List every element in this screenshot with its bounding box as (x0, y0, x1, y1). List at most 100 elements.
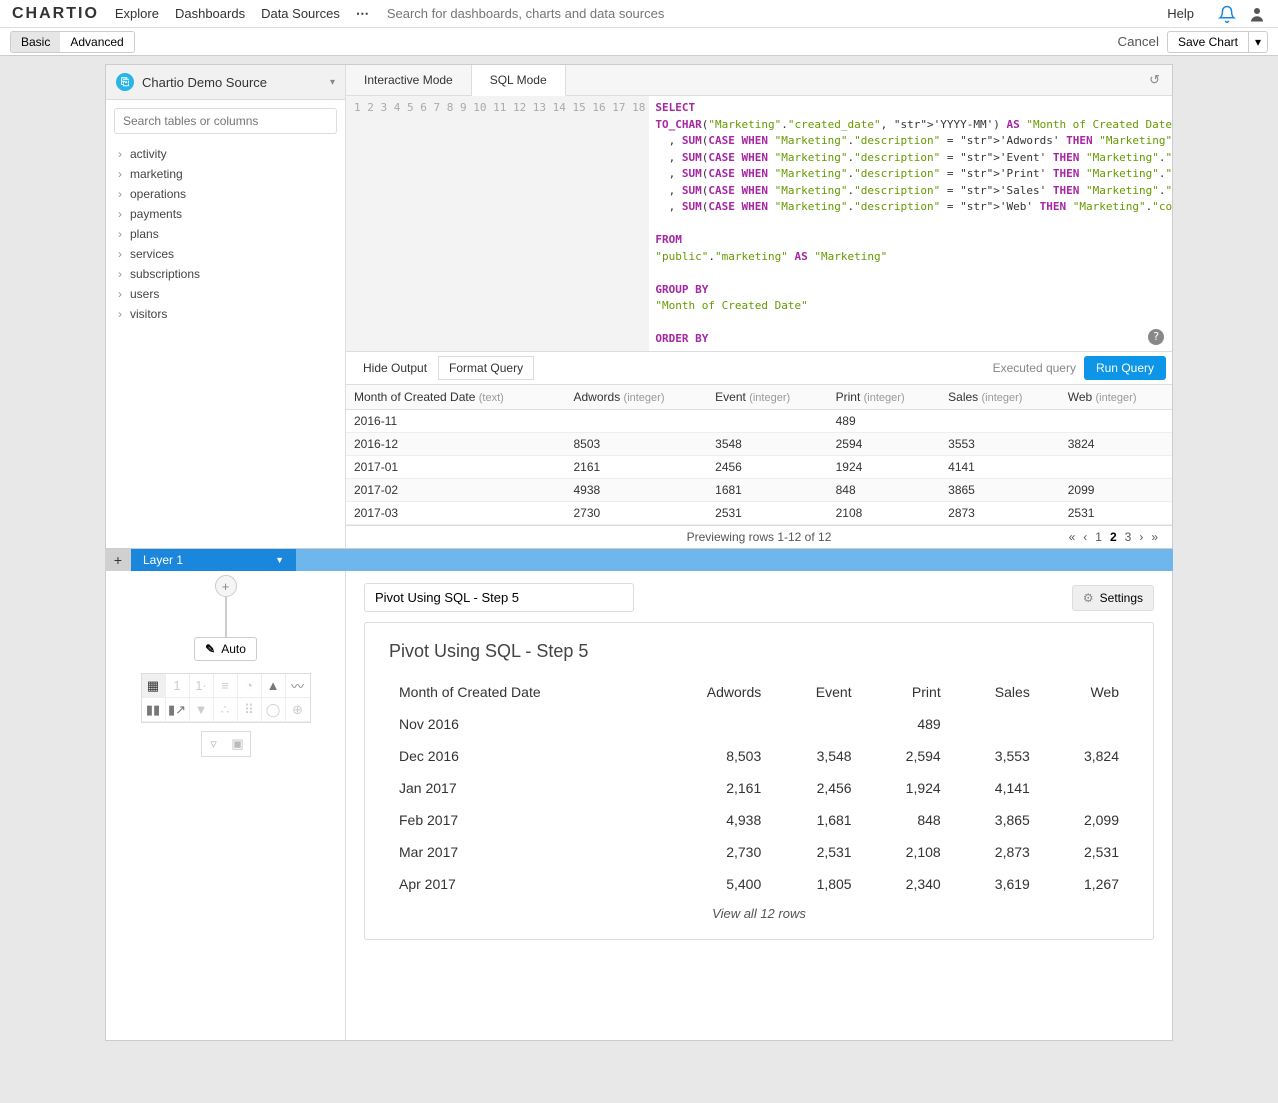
schema-sidebar: ⎘ Chartio Demo Source ▾ activitymarketin… (106, 65, 346, 548)
image-icon[interactable]: ▣ (226, 732, 250, 756)
table-item[interactable]: services (112, 244, 339, 264)
nav-explore[interactable]: Explore (115, 6, 159, 21)
table-item[interactable]: payments (112, 204, 339, 224)
format-query-button[interactable]: Format Query (438, 356, 534, 380)
user-icon[interactable] (1244, 5, 1266, 23)
top-nav: CHARTIO Explore Dashboards Data Sources … (0, 0, 1278, 28)
table-item[interactable]: marketing (112, 164, 339, 184)
table-row: Feb 20174,9381,6818483,8652,099 (389, 804, 1129, 836)
chart-type-area[interactable]: ▲ (262, 674, 286, 698)
pivot-header: Event (771, 676, 861, 708)
pipeline-sidebar: + Auto ▦11·≡◔▲〰 ▮▮▮↗▼∴⠿◯⊕ ▿ ▣ (106, 571, 346, 1040)
chart-type-grid: ▦11·≡◔▲〰 ▮▮▮↗▼∴⠿◯⊕ (141, 673, 311, 723)
pager-last[interactable]: » (1151, 530, 1158, 544)
chart-type-pie[interactable]: ◔ (238, 674, 262, 698)
tab-interactive-mode[interactable]: Interactive Mode (346, 65, 472, 95)
editor-toolbar: Basic Advanced Cancel Save Chart ▾ (0, 28, 1278, 56)
table-row: 2017-024938168184838652099 (346, 479, 1172, 502)
chart-type-bar-v[interactable]: ▮▮ (142, 698, 166, 722)
pipeline-connector (225, 597, 227, 637)
chart-type-table[interactable]: ▦ (142, 674, 166, 698)
chart-type-single[interactable]: 1 (166, 674, 190, 698)
pager-first[interactable]: « (1069, 530, 1076, 544)
schema-search-input[interactable] (114, 108, 337, 134)
pager-page[interactable]: 1 (1095, 530, 1102, 544)
chart-title: Pivot Using SQL - Step 5 (389, 641, 1129, 662)
nav-data-sources[interactable]: Data Sources (261, 6, 340, 21)
global-search-input[interactable] (381, 2, 1155, 25)
layer-name: Layer 1 (143, 553, 183, 567)
column-header[interactable]: Web (integer) (1060, 385, 1172, 410)
notification-icon[interactable] (1210, 5, 1244, 23)
chart-preview-card: Pivot Using SQL - Step 5 Month of Create… (364, 622, 1154, 940)
layer-tab[interactable]: Layer 1 ▼ (131, 549, 296, 571)
pivot-header: Adwords (651, 676, 772, 708)
pager-prev[interactable]: ‹ (1083, 530, 1087, 544)
nav-dashboards[interactable]: Dashboards (175, 6, 245, 21)
add-layer-button[interactable]: + (105, 549, 131, 571)
run-query-button[interactable]: Run Query (1084, 356, 1166, 380)
table-item[interactable]: plans (112, 224, 339, 244)
nav-more-icon[interactable]: ⋯ (356, 6, 369, 22)
pager-next[interactable]: › (1139, 530, 1143, 544)
help-icon[interactable]: ? (1148, 329, 1164, 345)
editor-area: Interactive Mode SQL Mode ↺ 1 2 3 4 5 6 … (346, 65, 1172, 548)
layer-strip-bg (296, 549, 1173, 571)
table-row: Dec 20168,5033,5482,5943,5533,824 (389, 740, 1129, 772)
tab-sql-mode[interactable]: SQL Mode (472, 65, 566, 96)
pivot-header: Web (1040, 676, 1129, 708)
table-row: Apr 20175,4001,8052,3403,6191,267 (389, 868, 1129, 900)
chart-type-bar-h[interactable]: ≡ (214, 674, 238, 698)
column-header[interactable]: Event (integer) (707, 385, 827, 410)
chart-type-line[interactable]: 〰 (286, 674, 310, 698)
help-link[interactable]: Help (1167, 6, 1194, 21)
chart-settings-button[interactable]: Settings (1072, 585, 1154, 611)
add-step-button[interactable]: + (215, 575, 237, 597)
mode-toggle: Basic Advanced (10, 31, 135, 53)
column-header[interactable]: Adwords (integer) (566, 385, 708, 410)
table-row: 2016-11489 (346, 410, 1172, 433)
basic-toggle[interactable]: Basic (11, 32, 60, 52)
save-chart-button[interactable]: Save Chart (1167, 31, 1249, 53)
column-header[interactable]: Print (integer) (828, 385, 941, 410)
sql-code[interactable]: SELECT TO_CHAR("Marketing"."created_date… (649, 96, 1172, 351)
chart-name-input[interactable] (364, 583, 634, 612)
sql-editor[interactable]: 1 2 3 4 5 6 7 8 9 10 11 12 13 14 15 16 1… (346, 96, 1172, 351)
column-header[interactable]: Month of Created Date (text) (346, 385, 566, 410)
hide-output-button[interactable]: Hide Output (352, 356, 438, 380)
chart-type-bar-trend[interactable]: ▮↗ (166, 698, 190, 722)
column-header[interactable]: Sales (integer) (940, 385, 1060, 410)
save-chart-caret[interactable]: ▾ (1249, 31, 1268, 53)
table-item[interactable]: operations (112, 184, 339, 204)
advanced-toggle[interactable]: Advanced (60, 32, 133, 52)
table-row: 2017-0327302531210828732531 (346, 502, 1172, 525)
table-item[interactable]: visitors (112, 304, 339, 324)
logo: CHARTIO (12, 5, 99, 23)
filter-icon[interactable]: ▿ (202, 732, 226, 756)
chart-type-bubble[interactable]: ⠿ (238, 698, 262, 722)
pager-page[interactable]: 3 (1125, 530, 1132, 544)
query-panel: ⎘ Chartio Demo Source ▾ activitymarketin… (105, 64, 1173, 549)
chart-type-compare[interactable]: 1· (190, 674, 214, 698)
history-icon[interactable]: ↺ (1137, 66, 1172, 94)
chevron-down-icon: ▼ (275, 555, 284, 565)
results-pager: Previewing rows 1-12 of 12 «‹123›» (346, 525, 1172, 548)
chart-type-scatter[interactable]: ∴ (214, 698, 238, 722)
datasource-icon: ⎘ (116, 73, 134, 91)
cancel-button[interactable]: Cancel (1117, 34, 1159, 49)
view-all-rows-link[interactable]: View all 12 rows (389, 906, 1129, 921)
chart-extra-toolbar: ▿ ▣ (201, 731, 251, 757)
table-item[interactable]: activity (112, 144, 339, 164)
chart-type-globe[interactable]: ⊕ (286, 698, 310, 722)
table-item[interactable]: subscriptions (112, 264, 339, 284)
chart-type-funnel[interactable]: ▼ (190, 698, 214, 722)
auto-chart-button[interactable]: Auto (194, 637, 257, 661)
table-item[interactable]: users (112, 284, 339, 304)
datasource-selector[interactable]: ⎘ Chartio Demo Source ▾ (106, 65, 345, 100)
preview-panel: + Auto ▦11·≡◔▲〰 ▮▮▮↗▼∴⠿◯⊕ ▿ ▣ Settings Pi… (105, 571, 1173, 1041)
chevron-down-icon: ▾ (330, 77, 335, 88)
pager-page[interactable]: 2 (1110, 530, 1117, 544)
preview-main: Settings Pivot Using SQL - Step 5 Month … (346, 571, 1172, 1040)
pivot-header: Month of Created Date (389, 676, 651, 708)
chart-type-donut[interactable]: ◯ (262, 698, 286, 722)
